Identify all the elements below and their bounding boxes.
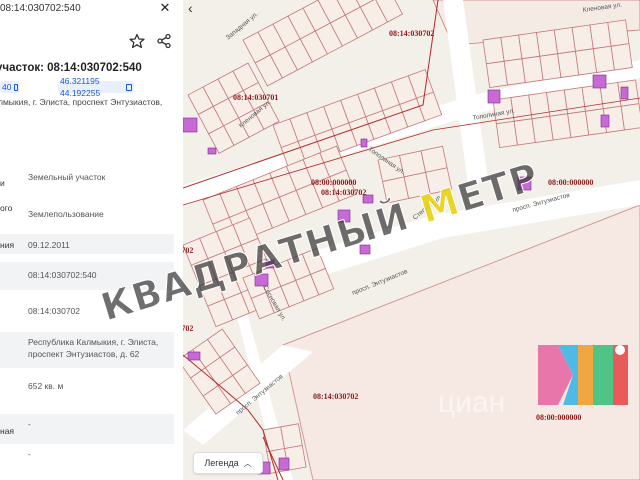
cadastral-map[interactable]: циан Западная ул. Кленовая ул. Тополиная… — [183, 0, 640, 480]
legend-label: Легенда — [204, 458, 239, 468]
star-icon[interactable] — [129, 33, 145, 49]
quarter-label: 08:14:030702 — [183, 246, 193, 255]
row-label-kind: ого — [0, 203, 13, 213]
row-value-cost: - — [28, 419, 31, 429]
quarter-label: 08:14:030701 — [233, 93, 278, 102]
street-label: просп. Энтузиастов — [351, 268, 409, 297]
quarter-label: 08:00:000000 — [548, 178, 593, 187]
legend-button[interactable]: Легенда ︿ — [193, 452, 263, 474]
row-value-area: 652 кв. м — [28, 381, 64, 391]
quarter-label: 08:14:030702 — [183, 324, 193, 333]
tab-code: 08:14:030702:540 — [0, 3, 81, 14]
row-value-number: 08:14:030702:540 — [28, 270, 97, 280]
address-line: лмыкия, г. Элиста, проспект Энтузиастов, — [0, 97, 163, 107]
row-label-date: ния — [0, 240, 15, 250]
row-value-quarter: 08:14:030702 — [28, 306, 80, 316]
share-icon[interactable] — [156, 33, 172, 49]
copy-icon[interactable] — [126, 83, 132, 91]
copy-icon[interactable] — [14, 83, 18, 91]
quarter-label: 08:14:030702 — [321, 188, 366, 197]
page-title: участок: 08:14:030702:540 — [0, 62, 142, 74]
parcel[interactable] — [280, 423, 303, 450]
coordinates-chip[interactable]: 46.321195 44.192255 — [58, 76, 134, 98]
chip-coords-text: 46.321195 44.192255 — [60, 76, 101, 98]
chevron-up-icon: ︿ — [243, 458, 252, 468]
parcel[interactable] — [425, 167, 453, 195]
chevron-left-icon[interactable]: ‹ — [188, 1, 202, 15]
row-value-type: Земельный участок — [28, 172, 106, 182]
row-value-extra: - — [28, 449, 31, 459]
row-band — [0, 234, 174, 254]
parcel[interactable] — [620, 103, 640, 131]
cadastral-number-chip[interactable]: 40 — [0, 81, 20, 93]
parcel[interactable] — [610, 43, 633, 71]
row-value-date: 09.12.2011 — [28, 240, 70, 250]
close-icon[interactable]: ✕ — [158, 1, 172, 15]
row-label-type: и — [0, 178, 5, 188]
info-panel: 08:14:030702:540 ✕ участок: 08:14:030702… — [0, 0, 183, 480]
row-band — [0, 414, 174, 444]
quarter-label: 08:00:000000 — [311, 178, 356, 187]
row-value-kind: Землепользование — [28, 209, 104, 219]
row-value-address: Республика Калмыкия, г. Элиста, проспект… — [28, 337, 159, 359]
quarter-label: 08:14:030702 — [313, 392, 358, 401]
parcel[interactable] — [607, 19, 630, 47]
cian-brand-text: циан — [438, 386, 505, 419]
map-canvas[interactable]: циан Западная ул. Кленовая ул. Тополиная… — [183, 0, 640, 480]
building[interactable] — [183, 117, 198, 133]
quarter-label: 08:14:030702 — [389, 29, 434, 38]
quarter-label: 08:00:000000 — [536, 413, 581, 422]
row-label-cost: ная — [0, 426, 15, 436]
cian-logo — [538, 345, 628, 405]
chip-cadastral-text: 40 — [2, 82, 12, 92]
